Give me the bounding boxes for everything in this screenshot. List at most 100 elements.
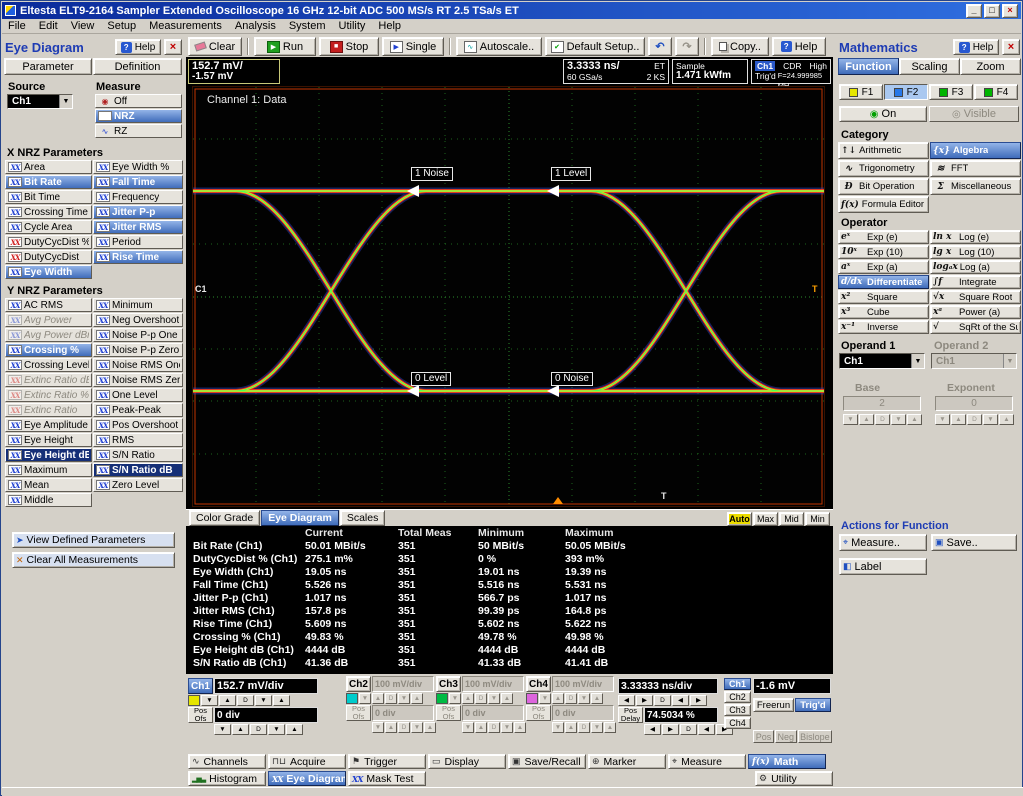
redo-button[interactable]: ↷ [675, 37, 699, 56]
spinner-button[interactable]: D [237, 695, 254, 706]
param-button[interactable]: XX Minimum [93, 298, 183, 312]
spinner-button[interactable]: D [654, 695, 671, 706]
math-panel-close-icon[interactable]: × [1002, 39, 1020, 55]
menu-item[interactable]: View [71, 20, 95, 32]
menu-item[interactable]: Utility [339, 20, 366, 32]
tab-eye-diagram[interactable]: Eye Diagram [261, 510, 339, 526]
param-button[interactable]: XX S/N Ratio dB [93, 463, 183, 477]
slope-button[interactable]: Neg [775, 730, 797, 743]
nav-button[interactable]: ▣ Save/Recall [508, 754, 586, 769]
category-button[interactable]: {x} Algebra [930, 142, 1021, 159]
function-on-button[interactable]: ◉ On [839, 106, 927, 122]
range-button[interactable]: Max [753, 512, 778, 526]
spinner-button[interactable]: D [475, 693, 487, 704]
spinner-button[interactable]: ▲ [501, 693, 513, 704]
param-button[interactable]: XX Crossing % [5, 343, 92, 357]
operator-button[interactable]: eˣ Exp (e) [838, 230, 929, 244]
nav-button[interactable]: ⚑ Trigger [348, 754, 426, 769]
channel-button[interactable]: Ch4 [526, 676, 551, 692]
range-button[interactable]: Min [805, 512, 830, 526]
nav-button[interactable]: ⊓⊔ Acquire [268, 754, 346, 769]
param-button[interactable]: XX Crossing Time [5, 205, 92, 219]
trigger-source-button[interactable]: Ch1 [724, 678, 751, 690]
range-button[interactable]: Mid [779, 512, 804, 526]
spinner-button[interactable]: ▲ [565, 722, 577, 733]
stop-button[interactable]: ■Stop [319, 37, 379, 56]
spinner-button[interactable]: D [680, 724, 697, 735]
spinner-button[interactable]: ◀ [672, 695, 689, 706]
save-action-button[interactable]: ▣ Save.. [931, 534, 1017, 551]
measure-action-button[interactable]: ⌖ Measure.. [839, 534, 927, 551]
spinner-button[interactable]: ▼ [891, 414, 906, 425]
slope-button[interactable]: Pos [753, 730, 774, 743]
spinner-button[interactable]: ▼ [935, 414, 950, 425]
spinner-button[interactable]: ▼ [411, 722, 423, 733]
trigger-source-button[interactable]: Ch4 [724, 717, 751, 729]
spinner-button[interactable]: ▶ [662, 724, 679, 735]
spinner-button[interactable]: ▲ [907, 414, 922, 425]
operator-button[interactable]: lg x Log (10) [930, 245, 1021, 259]
menu-item[interactable]: Edit [39, 20, 58, 32]
param-button[interactable]: XX Middle [5, 493, 92, 507]
param-button[interactable]: XX Noise RMS Zero [93, 373, 183, 387]
measure-mode-button[interactable]: ∿ RZ [95, 124, 182, 138]
clear-button[interactable]: Clear [188, 37, 242, 56]
spinner-button[interactable]: ▲ [411, 693, 423, 704]
measure-mode-button[interactable]: XX NRZ [95, 109, 182, 123]
trigd-button[interactable]: Trig'd [795, 698, 831, 712]
eye-help-button[interactable]: ? Help [115, 39, 161, 55]
param-button[interactable]: XX Eye Width % [93, 160, 183, 174]
spinner-button[interactable]: ▲ [999, 414, 1014, 425]
menu-item[interactable]: Measurements [149, 20, 222, 32]
operator-button[interactable]: x² Square [838, 290, 929, 304]
clear-all-measurements-button[interactable]: ✕ Clear All Measurements [12, 552, 175, 568]
spinner-button[interactable]: ▲ [859, 414, 874, 425]
spinner-button[interactable]: ▼ [539, 693, 551, 704]
slope-button[interactable]: Bislope [798, 730, 832, 743]
category-button[interactable]: f(x) Formula Editor [838, 196, 929, 213]
spinner-button[interactable]: ▼ [449, 693, 461, 704]
view-defined-parameters-button[interactable]: ➤ View Defined Parameters [12, 532, 175, 548]
run-button[interactable]: ▶Run [254, 37, 316, 56]
category-button[interactable]: Σ Miscellaneous [930, 178, 1021, 195]
spinner-button[interactable]: ▼ [501, 722, 513, 733]
param-button[interactable]: XX Neg Overshoot [93, 313, 183, 327]
trigger-source-button[interactable]: Ch2 [724, 691, 751, 703]
spinner-button[interactable]: ▼ [983, 414, 998, 425]
nav-button[interactable]: XX Mask Test [348, 771, 426, 786]
operator-button[interactable]: 10ˣ Exp (10) [838, 245, 929, 259]
spinner-button[interactable]: ▼ [398, 693, 410, 704]
param-button[interactable]: XX DutyCycDist % [5, 235, 92, 249]
param-button[interactable]: XX Avg Power dBm [5, 328, 92, 342]
spinner-button[interactable]: ▲ [424, 722, 436, 733]
param-button[interactable]: XX Jitter P-p [93, 205, 183, 219]
param-button[interactable]: XX Area [5, 160, 92, 174]
spinner-button[interactable]: ▼ [201, 695, 218, 706]
category-button[interactable]: ≋ FFT [930, 160, 1021, 177]
nav-button[interactable]: ▂▅▃ Histogram [188, 771, 266, 786]
function-button[interactable]: F1 [839, 84, 883, 100]
param-button[interactable]: XX Maximum [5, 463, 92, 477]
param-button[interactable]: XX Noise P-p Zero [93, 343, 183, 357]
param-button[interactable]: XX Frequency [93, 190, 183, 204]
spinner-button[interactable]: ▼ [214, 724, 231, 735]
operator-button[interactable]: √x Square Root [930, 290, 1021, 304]
maximize-button[interactable]: □ [984, 4, 1000, 18]
nav-button[interactable]: f(x) Math [748, 754, 826, 769]
param-button[interactable]: XX Eye Amplitude [5, 418, 92, 432]
param-button[interactable]: XX Bit Rate [5, 175, 92, 189]
measure-mode-button[interactable]: ◉ Off [95, 94, 182, 108]
tab-function[interactable]: Function [838, 58, 899, 75]
category-button[interactable]: Đ Bit Operation [838, 178, 929, 195]
channel-button[interactable]: Ch3 [436, 676, 461, 692]
function-button[interactable]: F2 [884, 84, 928, 100]
operator-button[interactable]: ln x Log (e) [930, 230, 1021, 244]
spinner-button[interactable]: ▶ [636, 695, 653, 706]
spinner-button[interactable]: D [875, 414, 890, 425]
range-button[interactable]: Auto [727, 512, 752, 526]
spinner-button[interactable]: ◀ [618, 695, 635, 706]
channel-marker[interactable]: C1 [195, 284, 207, 294]
param-button[interactable]: XX DutyCycDist [5, 250, 92, 264]
nav-button[interactable]: XX Eye Diagram [268, 771, 346, 786]
math-help-button[interactable]: ? Help [953, 39, 999, 55]
